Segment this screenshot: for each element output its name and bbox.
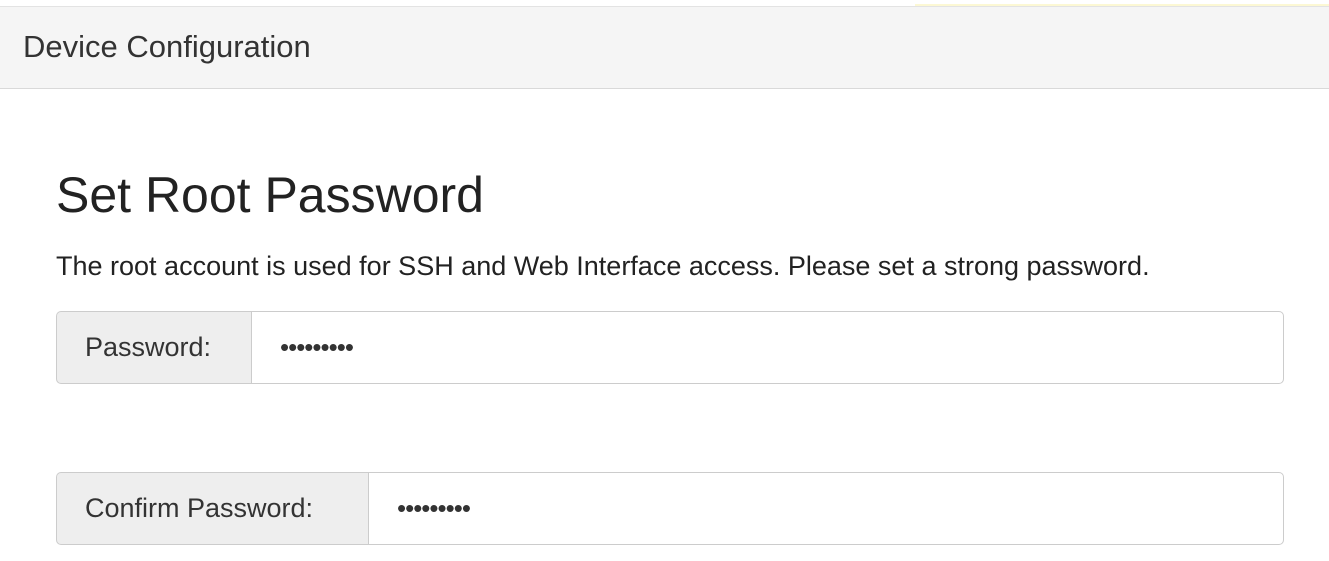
- confirm-password-field[interactable]: •••••••••: [368, 472, 1284, 545]
- main-content: Set Root Password The root account is us…: [56, 160, 1284, 545]
- confirm-password-input-group: Confirm Password: •••••••••: [56, 472, 1284, 545]
- password-label: Password:: [56, 311, 251, 384]
- confirm-password-label: Confirm Password:: [56, 472, 368, 545]
- navbar: Device Configuration: [0, 6, 1329, 89]
- password-input-group: Password: •••••••••: [56, 311, 1284, 384]
- password-field[interactable]: •••••••••: [251, 311, 1284, 384]
- page-description: The root account is used for SSH and Web…: [56, 251, 1150, 281]
- navbar-brand[interactable]: Device Configuration: [23, 29, 311, 65]
- page-title: Set Root Password: [56, 167, 484, 223]
